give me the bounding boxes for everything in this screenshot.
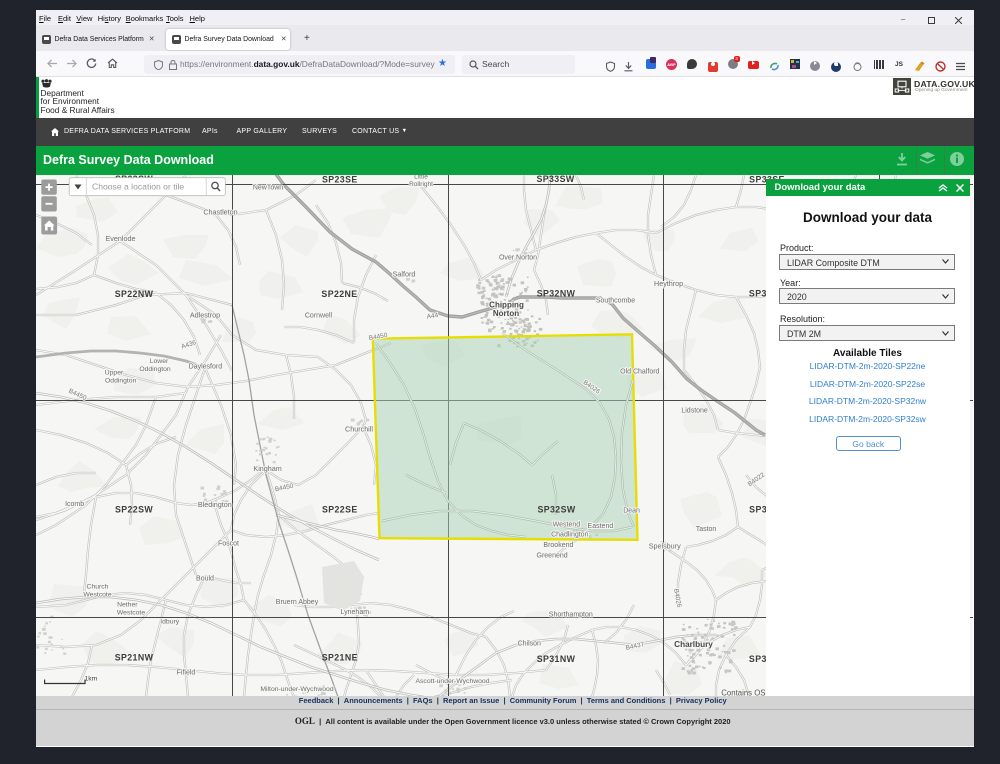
svg-text:Ascott-under-Wychwood: Ascott-under-Wychwood — [416, 678, 490, 685]
svg-text:SP31NW: SP31NW — [537, 654, 576, 664]
svg-text:Dean: Dean — [623, 507, 640, 514]
svg-text:Contains OS d: Contains OS d — [721, 688, 772, 696]
svg-text:SP22NE: SP22NE — [321, 289, 357, 299]
svg-text:Charlbury: Charlbury — [674, 640, 713, 649]
svg-text:Kingham: Kingham — [253, 464, 281, 473]
svg-text:Westcote: Westcote — [83, 591, 111, 598]
svg-text:Church: Church — [87, 583, 109, 590]
svg-text:Salford: Salford — [393, 269, 416, 278]
svg-text:Bruern Abbey: Bruern Abbey — [276, 599, 319, 606]
svg-text:Southcombe: Southcombe — [596, 297, 635, 304]
svg-text:Heythrop: Heythrop — [654, 279, 683, 288]
svg-text:Choose a location or tile: Choose a location or tile — [92, 181, 184, 191]
svg-text:SP33SW: SP33SW — [536, 175, 574, 184]
svg-text:Westcote: Westcote — [117, 609, 145, 616]
svg-text:SP22SE: SP22SE — [322, 504, 358, 514]
svg-text:Evenlode: Evenlode — [106, 234, 136, 243]
svg-text:Brookend: Brookend — [543, 542, 573, 549]
svg-text:Chadlington: Chadlington — [551, 531, 588, 538]
svg-text:Greenend: Greenend — [537, 552, 568, 559]
svg-text:Chilson: Chilson — [518, 640, 541, 647]
svg-text:Lyneham: Lyneham — [341, 609, 370, 616]
svg-text:Lidstone: Lidstone — [681, 407, 708, 414]
svg-text:Eastend: Eastend — [588, 523, 614, 530]
svg-text:Milton-under-Wychwood: Milton-under-Wychwood — [260, 686, 333, 693]
svg-text:SP32NW: SP32NW — [537, 288, 576, 298]
svg-text:Daylesford: Daylesford — [189, 363, 223, 370]
svg-text:Churchill: Churchill — [345, 424, 373, 433]
svg-text:Rollright: Rollright — [409, 181, 433, 188]
svg-text:SP22SW: SP22SW — [115, 504, 153, 514]
svg-text:Spelsbury: Spelsbury — [649, 541, 681, 550]
svg-text:Upper: Upper — [105, 369, 124, 376]
svg-text:NewTown: NewTown — [253, 184, 283, 191]
svg-text:Foscot: Foscot — [218, 540, 239, 547]
svg-text:Shorthampton: Shorthampton — [549, 611, 593, 618]
svg-text:Westend: Westend — [553, 521, 581, 528]
svg-text:SP21NW: SP21NW — [115, 652, 154, 662]
svg-text:Cornwell: Cornwell — [305, 312, 333, 319]
svg-text:Norton: Norton — [493, 309, 519, 318]
svg-text:Icomb: Icomb — [65, 501, 84, 508]
svg-text:SP23SE: SP23SE — [322, 175, 358, 185]
svg-text:1km: 1km — [85, 675, 98, 682]
svg-text:SP21NE: SP21NE — [322, 652, 358, 662]
svg-text:Bould: Bould — [196, 575, 214, 582]
svg-text:SP22NW: SP22NW — [115, 289, 154, 299]
svg-text:Over Norton: Over Norton — [499, 254, 537, 261]
svg-text:Fifield: Fifield — [177, 669, 196, 676]
svg-text:Idbury: Idbury — [160, 618, 179, 625]
svg-text:Lower: Lower — [150, 358, 169, 365]
svg-text:Old Chalford: Old Chalford — [620, 368, 659, 375]
svg-text:Oddington: Oddington — [105, 377, 137, 384]
svg-text:Taston: Taston — [696, 525, 717, 532]
svg-text:Little: Little — [414, 175, 428, 181]
svg-text:Chastleton: Chastleton — [203, 207, 237, 216]
svg-text:Oddington: Oddington — [139, 366, 171, 373]
svg-text:SP32SW: SP32SW — [537, 504, 575, 514]
svg-text:Bledington: Bledington — [198, 500, 232, 509]
svg-text:Adlestrop: Adlestrop — [190, 310, 220, 319]
svg-text:Nether: Nether — [117, 601, 138, 608]
